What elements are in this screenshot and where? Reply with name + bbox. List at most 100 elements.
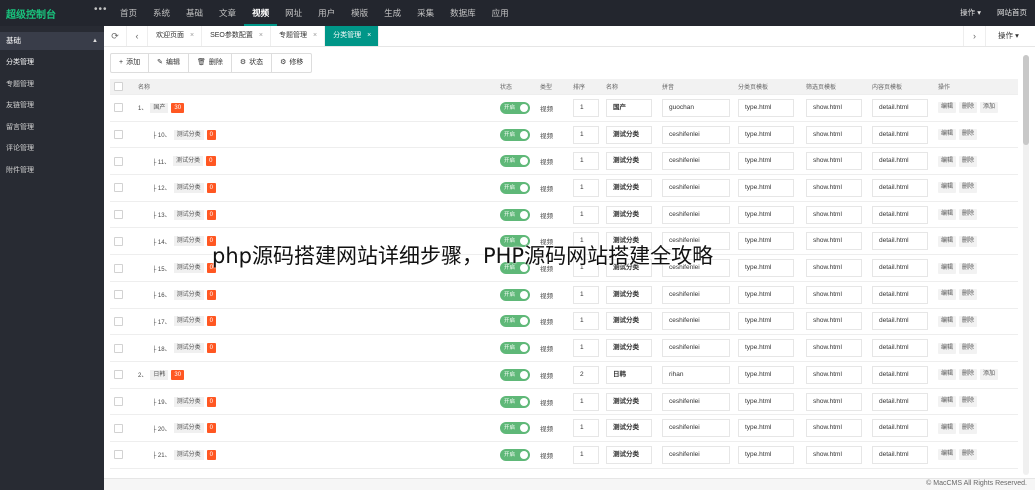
edit-button[interactable]: 编辑: [938, 396, 957, 408]
delete-button[interactable]: 删除: [959, 422, 978, 434]
detail-template-input[interactable]: detail.html: [872, 445, 928, 464]
toolbar-button[interactable]: ⚙ 修移: [272, 54, 311, 72]
site-home-link[interactable]: 网站首页: [989, 0, 1035, 26]
list-template-input[interactable]: type.html: [738, 205, 794, 224]
detail-template-input[interactable]: detail.html: [872, 365, 928, 384]
delete-button[interactable]: 删除: [959, 129, 978, 141]
toolbar-button[interactable]: ✎ 编辑: [149, 54, 189, 72]
sort-input[interactable]: 1: [573, 205, 599, 224]
name-input[interactable]: 测试分类: [606, 339, 652, 358]
name-input[interactable]: 测试分类: [606, 152, 652, 171]
delete-button[interactable]: 删除: [959, 182, 978, 194]
sidebar-item[interactable]: 友链管理: [0, 95, 104, 117]
row-checkbox[interactable]: [114, 156, 123, 166]
delete-button[interactable]: 删除: [959, 449, 978, 461]
top-nav-item[interactable]: 生成: [376, 0, 409, 26]
vertical-scrollbar[interactable]: [1023, 55, 1029, 475]
pinyin-input[interactable]: rihan: [662, 365, 730, 384]
top-nav-item[interactable]: 数据库: [442, 0, 484, 26]
select-all-checkbox[interactable]: [114, 82, 123, 91]
name-input[interactable]: 测试分类: [606, 205, 652, 224]
filter-template-input[interactable]: show.html: [806, 205, 862, 224]
scrollbar-thumb[interactable]: [1023, 55, 1029, 145]
delete-button[interactable]: 删除: [959, 235, 978, 247]
status-toggle[interactable]: 开启: [500, 208, 530, 221]
add-sub-button[interactable]: 添加: [980, 369, 999, 381]
sort-input[interactable]: 1: [573, 178, 599, 197]
edit-button[interactable]: 编辑: [938, 235, 957, 247]
detail-template-input[interactable]: detail.html: [872, 392, 928, 411]
edit-button[interactable]: 编辑: [938, 102, 957, 114]
status-toggle[interactable]: 开启: [500, 395, 530, 408]
close-icon[interactable]: ×: [313, 32, 317, 39]
close-icon[interactable]: ×: [367, 32, 371, 39]
status-toggle[interactable]: 开启: [500, 181, 530, 194]
toolbar-button[interactable]: 🗑 删除: [189, 54, 232, 72]
name-input[interactable]: 测试分类: [606, 178, 652, 197]
sort-input[interactable]: 1: [573, 98, 599, 117]
toolbar-button[interactable]: + 添加: [111, 54, 150, 72]
sort-input[interactable]: 2: [573, 365, 599, 384]
tab-item[interactable]: SEO参数配置 ×: [202, 26, 271, 46]
pinyin-input[interactable]: ceshifenlei: [662, 125, 730, 144]
status-toggle[interactable]: 开启: [500, 315, 530, 328]
filter-template-input[interactable]: show.html: [806, 312, 862, 331]
row-checkbox[interactable]: [114, 183, 123, 193]
filter-template-input[interactable]: show.html: [806, 259, 862, 278]
status-toggle[interactable]: 开启: [500, 155, 530, 168]
list-template-input[interactable]: type.html: [738, 152, 794, 171]
name-input[interactable]: 测试分类: [606, 285, 652, 304]
top-nav-item[interactable]: 文章: [211, 0, 244, 26]
filter-template-input[interactable]: show.html: [806, 125, 862, 144]
edit-button[interactable]: 编辑: [938, 262, 957, 274]
sidebar-item[interactable]: 附件管理: [0, 160, 104, 182]
delete-button[interactable]: 删除: [959, 289, 978, 301]
edit-button[interactable]: 编辑: [938, 315, 957, 327]
row-checkbox[interactable]: [114, 423, 123, 433]
sort-input[interactable]: 1: [573, 445, 599, 464]
app-logo[interactable]: 超级控制台: [6, 6, 56, 21]
top-nav-item[interactable]: 采集: [409, 0, 442, 26]
sort-input[interactable]: 1: [573, 392, 599, 411]
sidebar-item[interactable]: 专题管理: [0, 74, 104, 96]
pinyin-input[interactable]: ceshifenlei: [662, 152, 730, 171]
delete-button[interactable]: 删除: [959, 396, 978, 408]
top-ops-dropdown[interactable]: 操作 ▾: [952, 0, 989, 26]
delete-button[interactable]: 删除: [959, 342, 978, 354]
status-toggle[interactable]: 开启: [500, 448, 530, 461]
tab-scroll-left-icon[interactable]: ‹: [126, 26, 148, 46]
filter-template-input[interactable]: show.html: [806, 232, 862, 251]
tab-item[interactable]: 专题管理 ×: [271, 26, 326, 46]
edit-button[interactable]: 编辑: [938, 369, 957, 381]
filter-template-input[interactable]: show.html: [806, 419, 862, 438]
list-template-input[interactable]: type.html: [738, 98, 794, 117]
refresh-icon[interactable]: ⟳: [104, 26, 126, 46]
sort-input[interactable]: 1: [573, 312, 599, 331]
name-input[interactable]: 测试分类: [606, 125, 652, 144]
name-input[interactable]: 测试分类: [606, 392, 652, 411]
status-toggle[interactable]: 开启: [500, 288, 530, 301]
row-checkbox[interactable]: [114, 236, 123, 246]
edit-button[interactable]: 编辑: [938, 289, 957, 301]
sort-input[interactable]: 1: [573, 419, 599, 438]
detail-template-input[interactable]: detail.html: [872, 259, 928, 278]
detail-template-input[interactable]: detail.html: [872, 339, 928, 358]
pinyin-input[interactable]: ceshifenlei: [662, 178, 730, 197]
filter-template-input[interactable]: show.html: [806, 445, 862, 464]
filter-template-input[interactable]: show.html: [806, 178, 862, 197]
sidebar-group-header[interactable]: 基础 ▲: [0, 32, 104, 50]
list-template-input[interactable]: type.html: [738, 445, 794, 464]
top-nav-item[interactable]: 系统: [145, 0, 178, 26]
toolbar-button[interactable]: ⚙ 状态: [232, 54, 273, 72]
sidebar-item[interactable]: 分类管理: [0, 52, 104, 74]
row-checkbox[interactable]: [114, 130, 123, 140]
list-template-input[interactable]: type.html: [738, 392, 794, 411]
list-template-input[interactable]: type.html: [738, 178, 794, 197]
row-checkbox[interactable]: [114, 450, 123, 460]
name-input[interactable]: 测试分类: [606, 419, 652, 438]
filter-template-input[interactable]: show.html: [806, 339, 862, 358]
row-checkbox[interactable]: [114, 103, 123, 113]
tab-item[interactable]: 欢迎页面 ×: [148, 26, 203, 46]
top-nav-item[interactable]: 模版: [343, 0, 376, 26]
detail-template-input[interactable]: detail.html: [872, 232, 928, 251]
